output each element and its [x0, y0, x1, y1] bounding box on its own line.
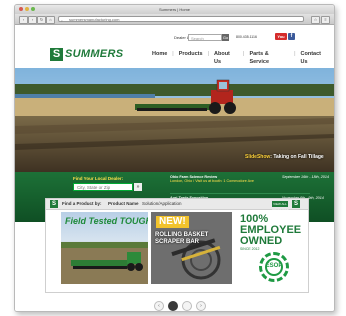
product-finder-mark: S: [50, 200, 58, 208]
facebook-icon[interactable]: f: [288, 33, 295, 40]
promo-tile-employee-owned[interactable]: 100% EMPLOYEE OWNED SINCE 2012 ESOP: [235, 212, 304, 284]
carousel-prev-button[interactable]: ‹: [154, 301, 164, 311]
nav-contact-us[interactable]: Contact Us: [296, 50, 335, 66]
product-finder-panel: S Find a Product by: Product Name Soluti…: [45, 198, 309, 293]
nav-products[interactable]: Products: [174, 50, 208, 66]
event-date: September 16th - 18th, 2014: [282, 175, 329, 179]
view-all-products-button[interactable]: VIEW ALL PRODUCTS: [272, 201, 289, 212]
menu-icon[interactable]: ≡: [321, 16, 330, 24]
home-icon[interactable]: ⌂: [46, 16, 55, 24]
find-by-name-link[interactable]: Product Name: [108, 199, 139, 209]
forward-icon[interactable]: ›: [28, 16, 37, 24]
phone-number: 800.435.1116: [236, 35, 257, 39]
hero-slideshow[interactable]: SlideShow: Taking on Fall Tillage: [15, 68, 334, 172]
page-icon: ▫: [61, 18, 63, 23]
carousel-next-button[interactable]: ›: [196, 301, 206, 311]
carousel-dot[interactable]: [182, 301, 192, 311]
employee-owned-line3: OWNED: [240, 235, 283, 247]
hero-caption: SlideShow: Taking on Fall Tillage: [245, 154, 324, 160]
events-divider: [170, 193, 310, 194]
address-bar-url: summersmanufacturing.com: [69, 17, 120, 22]
back-icon[interactable]: ‹: [19, 16, 28, 24]
nav-home[interactable]: Home: [147, 50, 172, 66]
site-search-input[interactable]: Search: [188, 34, 222, 41]
new-badge: NEW!: [156, 216, 189, 228]
nav-parts-service[interactable]: Parts & Service: [244, 50, 294, 66]
view-all-mark[interactable]: S: [292, 200, 300, 208]
site-search-button[interactable]: Go: [222, 34, 229, 41]
event-info: London, Ohio / Visit us at booth: 1 Comm…: [170, 179, 254, 183]
dealer-search-button[interactable]: »: [134, 183, 142, 191]
find-by-application-link[interactable]: Solution/Application: [142, 199, 182, 209]
nav-about-us[interactable]: About Us: [209, 50, 243, 66]
promo-tile-rolling-basket[interactable]: NEW! ROLLING BASKET SCRAPER BAR: [151, 212, 232, 284]
rolling-basket-line1: ROLLING BASKET: [155, 232, 209, 238]
window-title: Summers | Home: [158, 7, 191, 12]
product-finder-bar: S Find a Product by: Product Name Soluti…: [46, 199, 308, 212]
esop-logo-icon: ESOP: [259, 252, 289, 282]
employee-owned-since: SINCE 2012: [240, 247, 260, 251]
field-tested-headline: Field Tested TOUGH!: [65, 216, 148, 226]
event-item[interactable]: Ohio Farm Science Review September 16th …: [170, 175, 329, 183]
dealer-label: Find Your Local Dealer:: [73, 176, 124, 181]
browser-window: Summers | Home ‹ › ↻ ⌂ ▫ summersmanufact…: [14, 4, 335, 312]
esop-logo-text: ESOP: [265, 263, 283, 269]
logo-mark[interactable]: S: [50, 48, 63, 61]
dealer-search-input[interactable]: City, State or Zip: [73, 183, 133, 191]
main-nav: Home | Products | About Us | Parts & Ser…: [147, 50, 334, 66]
carousel-dot-active[interactable]: [168, 301, 178, 311]
promo-tile-field-tested[interactable]: Field Tested TOUGH!: [61, 212, 148, 284]
address-bar[interactable]: ▫ summersmanufacturing.com: [58, 16, 304, 23]
logo-text[interactable]: SUMMERS: [65, 48, 123, 61]
find-product-label: Find a Product by:: [62, 201, 102, 206]
bookmark-icon[interactable]: ☆: [311, 16, 320, 24]
browser-toolbar: ‹ › ↻ ⌂ ▫ summersmanufacturing.com ☆ ≡: [15, 14, 334, 25]
youtube-icon[interactable]: You: [275, 33, 287, 40]
page-viewport: Dealer Login Search Go 800.435.1116 You …: [15, 25, 334, 311]
rolling-basket-line2: SCRAPER BAR: [155, 239, 200, 245]
carousel-pager: ‹ ›: [154, 301, 206, 311]
reload-icon[interactable]: ↻: [37, 16, 46, 24]
title-bar: Summers | Home: [15, 5, 334, 14]
